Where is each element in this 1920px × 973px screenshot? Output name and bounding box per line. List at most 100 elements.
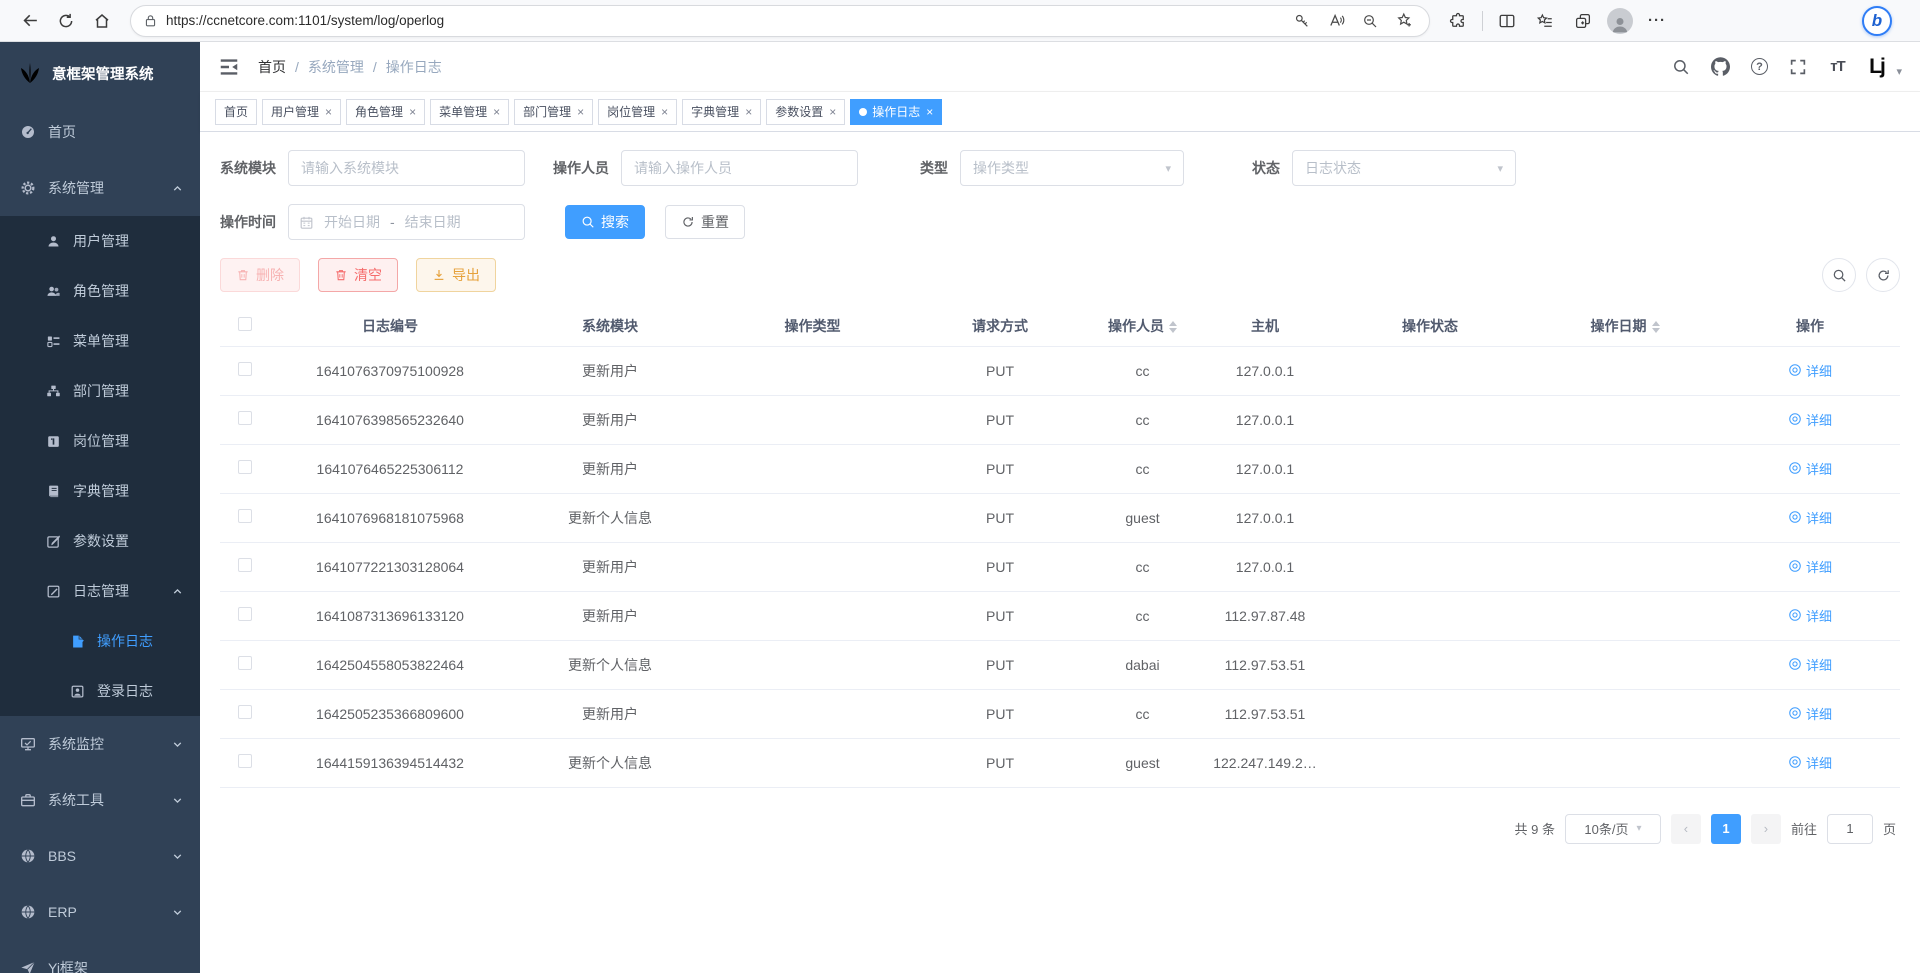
detail-link[interactable]: 详细	[1788, 459, 1832, 478]
sidebar-item-home[interactable]: 首页	[0, 104, 200, 160]
sidebar-item-dictionary-management[interactable]: 字典管理	[0, 466, 200, 516]
row-checkbox[interactable]	[238, 558, 252, 572]
sidebar-item-bbs[interactable]: BBS	[0, 828, 200, 884]
tab-role-management[interactable]: 角色管理×	[346, 99, 425, 125]
goto-page-input[interactable]	[1827, 814, 1873, 844]
breadcrumb-home[interactable]: 首页	[258, 57, 286, 77]
detail-link[interactable]: 详细	[1788, 410, 1832, 429]
row-checkbox[interactable]	[238, 656, 252, 670]
row-checkbox[interactable]	[238, 460, 252, 474]
font-size-icon[interactable]: тT	[1822, 52, 1852, 82]
sidebar-item-parameter-settings[interactable]: 参数设置	[0, 516, 200, 566]
favorite-add-icon[interactable]	[1391, 8, 1417, 34]
sort-carets-icon[interactable]	[1169, 321, 1177, 333]
row-checkbox[interactable]	[238, 411, 252, 425]
close-icon[interactable]: ×	[926, 105, 933, 119]
yj-logo[interactable]: Lj	[1861, 52, 1891, 82]
tab-dictionary-management[interactable]: 字典管理×	[682, 99, 761, 125]
close-icon[interactable]: ×	[829, 105, 836, 119]
tab-user-management[interactable]: 用户管理×	[262, 99, 341, 125]
sidebar-item-system-management[interactable]: 系统管理	[0, 160, 200, 216]
close-icon[interactable]: ×	[577, 105, 584, 119]
caret-down-icon[interactable]: ▾	[1896, 65, 1902, 78]
next-page-button[interactable]: ›	[1751, 814, 1781, 844]
sidebar-item-operation-log[interactable]: 操作日志	[0, 616, 200, 666]
multi-tab-add-icon[interactable]	[1569, 7, 1597, 35]
key-icon[interactable]	[1289, 8, 1315, 34]
collections-icon[interactable]	[1531, 7, 1559, 35]
url-text[interactable]: https://ccnetcore.com:1101/system/log/op…	[166, 13, 1281, 28]
more-icon[interactable]: ···	[1643, 7, 1671, 35]
close-icon[interactable]: ×	[325, 105, 332, 119]
split-screen-icon[interactable]	[1493, 7, 1521, 35]
col-date-sortable[interactable]: 操作日期	[1530, 306, 1720, 346]
detail-link[interactable]: 详细	[1788, 361, 1832, 380]
sidebar-item-user-management[interactable]: 用户管理	[0, 216, 200, 266]
status-filter-select[interactable]: 日志状态▾	[1292, 150, 1516, 186]
row-checkbox[interactable]	[238, 705, 252, 719]
read-aloud-icon[interactable]	[1323, 8, 1349, 34]
tab-post-management[interactable]: 岗位管理×	[598, 99, 677, 125]
sidebar-item-menu-management[interactable]: 菜单管理	[0, 316, 200, 366]
refresh-table-button[interactable]	[1866, 258, 1900, 292]
detail-link[interactable]: 详细	[1788, 704, 1832, 723]
sidebar-item-login-log[interactable]: 登录日志	[0, 666, 200, 716]
tab-menu-management[interactable]: 菜单管理×	[430, 99, 509, 125]
sidebar-item-system-tools[interactable]: 系统工具	[0, 772, 200, 828]
row-checkbox[interactable]	[238, 607, 252, 621]
tab-parameter-settings[interactable]: 参数设置×	[766, 99, 845, 125]
github-icon[interactable]	[1705, 52, 1735, 82]
sidebar-item-log-management[interactable]: 日志管理	[0, 566, 200, 616]
page-size-select[interactable]: 10条/页▾	[1565, 814, 1661, 844]
sidebar-fold-icon[interactable]	[218, 56, 240, 78]
export-button[interactable]: 导出	[416, 258, 496, 292]
sort-carets-icon[interactable]	[1652, 321, 1660, 333]
reload-icon[interactable]	[50, 5, 82, 37]
select-all-checkbox[interactable]	[238, 317, 252, 331]
date-range-picker[interactable]: 开始日期 - 结束日期	[288, 204, 525, 240]
profile-avatar[interactable]	[1607, 8, 1633, 34]
zoom-out-icon[interactable]	[1357, 8, 1383, 34]
detail-link[interactable]: 详细	[1788, 655, 1832, 674]
reset-button[interactable]: 重置	[665, 205, 745, 239]
col-operator-sortable[interactable]: 操作人员	[1085, 306, 1200, 346]
operator-filter-input[interactable]	[621, 150, 858, 186]
bing-copilot-icon[interactable]: b	[1862, 6, 1892, 36]
fullscreen-icon[interactable]	[1783, 52, 1813, 82]
detail-link[interactable]: 详细	[1788, 606, 1832, 625]
address-bar[interactable]: https://ccnetcore.com:1101/system/log/op…	[130, 5, 1430, 37]
help-icon[interactable]: ?	[1744, 52, 1774, 82]
back-icon[interactable]	[14, 5, 46, 37]
sidebar-item-erp[interactable]: ERP	[0, 884, 200, 940]
tab-home[interactable]: 首页	[215, 99, 257, 125]
sidebar-item-system-monitor[interactable]: 系统监控	[0, 716, 200, 772]
sidebar-item-department-management[interactable]: 部门管理	[0, 366, 200, 416]
tab-operation-log[interactable]: 操作日志×	[850, 99, 942, 125]
type-filter-select[interactable]: 操作类型▾	[960, 150, 1184, 186]
row-checkbox[interactable]	[238, 754, 252, 768]
search-button[interactable]: 搜索	[565, 205, 645, 239]
prev-page-button[interactable]: ‹	[1671, 814, 1701, 844]
close-icon[interactable]: ×	[745, 105, 752, 119]
close-icon[interactable]: ×	[661, 105, 668, 119]
module-filter-input[interactable]	[288, 150, 525, 186]
row-checkbox[interactable]	[238, 509, 252, 523]
detail-link[interactable]: 详细	[1788, 557, 1832, 576]
sidebar-item-post-management[interactable]: 岗位管理	[0, 416, 200, 466]
current-page-button[interactable]: 1	[1711, 814, 1741, 844]
sidebar-item-yi-framework[interactable]: Yi框架	[0, 940, 200, 973]
tab-department-management[interactable]: 部门管理×	[514, 99, 593, 125]
search-icon[interactable]	[1666, 52, 1696, 82]
module: 更新用户	[510, 591, 710, 640]
detail-link[interactable]: 详细	[1788, 753, 1832, 772]
toggle-search-button[interactable]	[1822, 258, 1856, 292]
close-icon[interactable]: ×	[409, 105, 416, 119]
home-icon[interactable]	[86, 5, 118, 37]
clear-button[interactable]: 清空	[318, 258, 398, 292]
row-checkbox[interactable]	[238, 362, 252, 376]
delete-button[interactable]: 删除	[220, 258, 300, 292]
sidebar-item-role-management[interactable]: 角色管理	[0, 266, 200, 316]
detail-link[interactable]: 详细	[1788, 508, 1832, 527]
extensions-icon[interactable]	[1444, 7, 1472, 35]
close-icon[interactable]: ×	[493, 105, 500, 119]
